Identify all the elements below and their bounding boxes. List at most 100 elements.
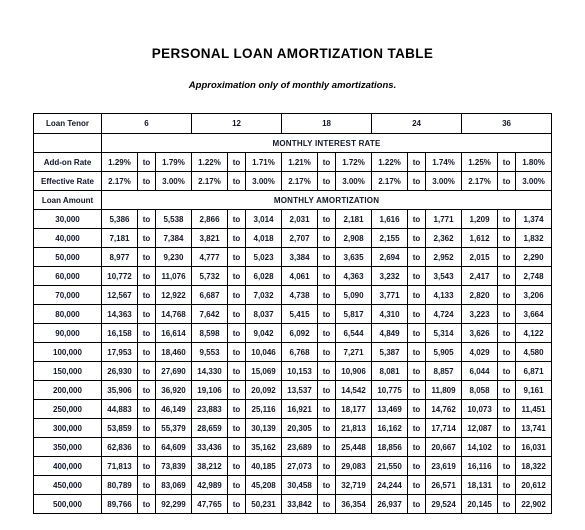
amortization-low: 3,223 (461, 304, 499, 324)
amortization-high: 4,580 (515, 342, 553, 362)
amortization-low: 5,415 (281, 304, 319, 324)
amortization-high: 5,905 (425, 342, 463, 362)
amortization-low: 6,768 (281, 342, 319, 362)
amortization-low: 3,771 (371, 285, 409, 305)
amortization-low: 10,073 (461, 399, 499, 419)
amortization-high: 11,451 (515, 399, 553, 419)
amortization-low: 21,550 (371, 456, 409, 476)
amortization-high: 2,952 (425, 247, 463, 267)
table-row-tenor: Loan Tenor 6 12 18 24 36 (33, 113, 553, 134)
amortization-high: 2,748 (515, 266, 553, 286)
rate-separator: to (137, 152, 156, 172)
amortization-separator: to (227, 456, 247, 476)
amortization-low: 6,092 (281, 323, 319, 343)
amortization-separator: to (407, 456, 427, 476)
rate-low: 2.17% (461, 171, 499, 191)
amortization-high: 40,185 (245, 456, 283, 476)
amortization-high: 2,290 (515, 247, 553, 267)
amortization-separator: to (407, 228, 427, 248)
rate-high: 3.00% (154, 171, 193, 191)
amortization-separator: to (497, 456, 517, 476)
rate-separator: to (227, 171, 247, 191)
table-row-add-on-rate: Add-on Rate 1.29% to 1.79% 1.22% to 1.71% 1.21%… (33, 152, 553, 172)
page-subtitle: Approximation only of monthly amortizati… (188, 80, 397, 91)
table-row-effective-rate: Effective Rate 2.17% to 3.00% 2.17% to 3.00% 2.… (33, 171, 553, 191)
amortization-high: 92,299 (154, 494, 193, 514)
amortization-separator: to (227, 418, 247, 438)
amortization-low: 16,921 (281, 399, 319, 419)
amortization-separator: to (227, 399, 247, 419)
amortization-high: 15,069 (245, 361, 283, 381)
loan-amount-cell: 100,000 (33, 342, 102, 362)
amortization-low: 6,044 (461, 361, 499, 381)
amortization-high: 14,768 (154, 304, 193, 324)
amortization-low: 2,707 (281, 228, 319, 248)
amortization-table-container: Loan Tenor 6 12 18 24 36 MONTHLY INTEREST RATE… (33, 113, 553, 514)
amortization-separator: to (497, 304, 517, 324)
amortization-high: 14,542 (335, 380, 373, 400)
band-header-monthly-interest-rate: MONTHLY INTEREST RATE (100, 133, 553, 153)
amortization-separator: to (407, 494, 427, 514)
amortization-separator: to (317, 342, 337, 362)
table-row: 400,000 71,813 to 73,839 38,212 to 40,185 27,07… (33, 456, 553, 476)
rate-high: 3.00% (515, 171, 553, 191)
amortization-separator: to (317, 323, 337, 343)
amortization-low: 4,738 (281, 285, 319, 305)
amortization-separator: to (497, 361, 517, 381)
amortization-separator: to (137, 228, 156, 248)
amortization-low: 10,772 (101, 266, 138, 286)
amortization-low: 7,181 (101, 228, 138, 248)
table-row: 100,000 17,953 to 18,460 9,553 to 10,046 6,768 t… (33, 342, 553, 362)
amortization-separator: to (317, 228, 337, 248)
amortization-low: 24,244 (371, 475, 409, 495)
amortization-low: 1,612 (461, 228, 499, 248)
amortization-low: 4,310 (371, 304, 409, 324)
amortization-separator: to (317, 418, 337, 438)
rate-low: 1.25% (461, 152, 499, 172)
amortization-high: 11,809 (425, 380, 463, 400)
amortization-low: 80,789 (101, 475, 138, 495)
amortization-high: 4,363 (335, 266, 373, 286)
amortization-low: 2,866 (191, 209, 229, 229)
amortization-high: 4,018 (245, 228, 283, 248)
rate-low: 1.21% (281, 152, 319, 172)
amortization-high: 32,719 (335, 475, 373, 495)
amortization-separator: to (407, 399, 427, 419)
amortization-separator: to (407, 475, 427, 495)
amortization-low: 28,659 (191, 418, 229, 438)
table-row: 350,000 62,836 to 64,609 33,436 to 35,162 23,68… (33, 437, 553, 457)
amortization-separator: to (497, 285, 517, 305)
amortization-low: 3,821 (191, 228, 229, 248)
amortization-high: 46,149 (154, 399, 193, 419)
amortization-separator: to (137, 456, 156, 476)
amortization-low: 13,537 (281, 380, 319, 400)
rate-low: 2.17% (191, 171, 229, 191)
amortization-high: 22,902 (515, 494, 553, 514)
page-title: PERSONAL LOAN AMORTIZATION TABLE (151, 46, 434, 61)
amortization-low: 10,775 (371, 380, 409, 400)
amortization-low: 14,102 (461, 437, 499, 457)
amortization-separator: to (497, 266, 517, 286)
loan-amount-cell: 450,000 (33, 475, 102, 495)
amortization-separator: to (137, 285, 156, 305)
amortization-high: 25,116 (245, 399, 283, 419)
amortization-low: 71,813 (101, 456, 138, 476)
loan-amount-cell: 50,000 (33, 247, 102, 267)
rate-separator: to (227, 152, 247, 172)
amortization-high: 4,133 (425, 285, 463, 305)
amortization-high: 9,161 (515, 380, 553, 400)
table-row: 60,000 10,772 to 11,076 5,732 to 6,028 4,061 to 4… (33, 266, 553, 286)
table-row: 150,000 26,930 to 27,690 14,330 to 15,069 10,15… (33, 361, 553, 381)
amortization-high: 4,724 (425, 304, 463, 324)
loan-amount-cell: 40,000 (33, 228, 102, 248)
row-label-loan-tenor: Loan Tenor (33, 113, 102, 134)
amortization-low: 20,145 (461, 494, 499, 514)
amortization-low: 38,212 (191, 456, 229, 476)
amortization-high: 2,181 (335, 209, 373, 229)
amortization-low: 8,058 (461, 380, 499, 400)
amortization-high: 5,090 (335, 285, 373, 305)
rate-separator: to (137, 171, 156, 191)
amortization-separator: to (137, 437, 156, 457)
amortization-separator: to (407, 304, 427, 324)
amortization-high: 21,813 (335, 418, 373, 438)
